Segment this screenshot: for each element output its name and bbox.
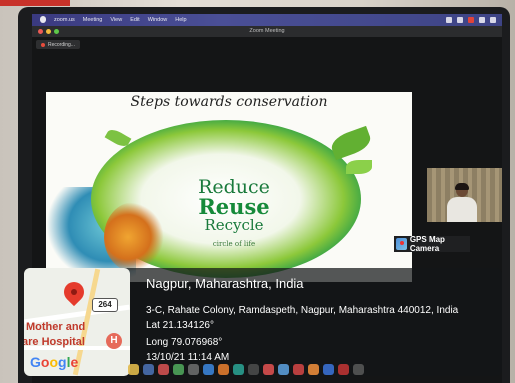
recording-indicator[interactable]: Recording... (36, 40, 80, 49)
leaf-shape (346, 160, 372, 174)
menu-meeting[interactable]: Meeting (83, 17, 103, 23)
map-label: Mother and (26, 321, 86, 333)
status-icon[interactable] (468, 17, 474, 23)
hospital-icon: H (106, 333, 122, 349)
slide-title: Steps towards conservation (130, 94, 328, 110)
status-icon[interactable] (490, 17, 496, 23)
recording-label: Recording... (48, 41, 75, 48)
mac-dock (128, 362, 503, 376)
slide-recycle: Recycle (204, 216, 264, 234)
dock-icon[interactable] (323, 363, 334, 375)
status-icon[interactable] (479, 17, 485, 23)
status-icon[interactable] (457, 17, 463, 23)
dock-icon[interactable] (218, 363, 229, 375)
leaf-shape (328, 125, 374, 161)
menu-edit[interactable]: Edit (130, 17, 139, 23)
google-logo-letter: G (30, 354, 41, 370)
gps-camera-badge: GPS Map Camera (394, 235, 470, 253)
dock-icon[interactable] (293, 363, 304, 375)
participant-video[interactable] (427, 168, 502, 222)
menu-zoom[interactable]: zoom.us (54, 17, 75, 23)
apple-icon[interactable] (40, 16, 46, 23)
road-shield: 264 (92, 298, 118, 312)
dock-icon[interactable] (248, 363, 259, 375)
status-icons (446, 17, 502, 23)
shared-slide: Steps towards conservation Reduce Reuse … (46, 92, 412, 282)
dock-icon[interactable] (263, 363, 274, 375)
gps-address: 3-C, Rahate Colony, Ramdaspeth, Nagpur, … (146, 305, 459, 316)
dock-icon[interactable] (203, 363, 214, 375)
gps-longitude: Long 79.076968° (146, 337, 223, 348)
slide-tagline: circle of life (212, 240, 256, 248)
dock-icon[interactable] (188, 363, 199, 375)
dock-icon[interactable] (143, 363, 154, 375)
mac-menubar: zoom.us Meeting View Edit Window Help (32, 14, 502, 26)
map-label: are Hospital (24, 336, 85, 348)
window-titlebar: Zoom Meeting (32, 26, 502, 37)
dock-icon[interactable] (278, 363, 289, 375)
dock-icon[interactable] (353, 363, 364, 375)
participant-person (447, 183, 477, 222)
dock-icon[interactable] (128, 363, 139, 375)
map-thumbnail: 264 Mother and are Hospital H Google (24, 268, 130, 376)
gps-location: Nagpur, Maharashtra, India (146, 276, 304, 291)
gps-camera-label: GPS Map Camera (409, 235, 445, 253)
person-body (447, 197, 477, 222)
window-title: Zoom Meeting (249, 28, 285, 34)
menu-window[interactable]: Window (148, 17, 168, 23)
status-icon[interactable] (446, 17, 452, 23)
person-hair (455, 183, 469, 190)
google-logo: Google (30, 354, 78, 370)
dock-icon[interactable] (158, 363, 169, 375)
map-pin-icon (59, 277, 89, 307)
gps-camera-icon (396, 238, 407, 250)
dock-icon[interactable] (173, 363, 184, 375)
dock-icon[interactable] (338, 363, 349, 375)
dock-icon[interactable] (233, 363, 244, 375)
record-dot-icon (41, 42, 45, 47)
google-logo-letter: g (58, 354, 67, 370)
menu-help[interactable]: Help (175, 17, 186, 23)
gps-latitude: Lat 21.134126° (146, 320, 214, 331)
google-logo-letter: o (49, 354, 59, 370)
dock-icon[interactable] (308, 363, 319, 375)
google-logo-letter: e (70, 354, 79, 370)
menu-view[interactable]: View (110, 17, 122, 23)
red-tag (0, 0, 70, 6)
